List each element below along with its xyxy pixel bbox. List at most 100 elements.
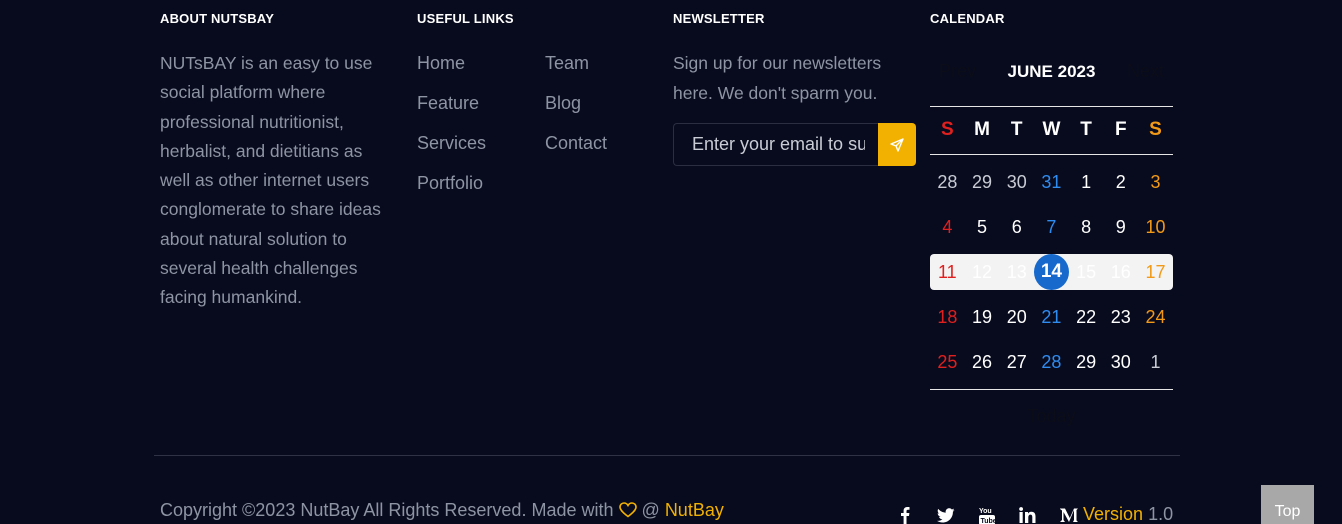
version-number: 1.0 [1148,504,1174,524]
calendar-day[interactable]: 21 [1034,299,1069,335]
twitter-icon [936,507,954,522]
calendar-day[interactable]: 2 [1103,164,1138,200]
about-line: several health challenges [160,258,358,279]
copyright-text: Copyright ©2023 NutBay All Rights Reserv… [160,500,724,521]
about-line: social platform where [160,82,326,103]
about-line: NUTsBAY is an easy to use [160,53,373,73]
calendar-weekday: W [1042,119,1061,140]
calendar-weekday: M [974,119,990,140]
calendar-heading: CALENDAR [930,11,1005,26]
calendar-day[interactable]: 1 [1069,164,1104,200]
calendar-divider-bottom [930,389,1173,390]
calendar-day[interactable]: 15 [1069,254,1104,290]
link-feature[interactable]: Feature [417,93,479,114]
calendar-day[interactable]: 28 [1034,344,1069,380]
email-field-wrapper [673,123,879,166]
useful-links-heading: USEFUL LINKS [417,11,514,26]
calendar-day[interactable]: 8 [1069,209,1104,245]
calendar-day[interactable]: 18 [930,299,965,335]
calendar-day[interactable]: 9 [1103,209,1138,245]
calendar-week-row: 28 29 30 31 1 2 3 [930,164,1173,200]
calendar-day[interactable]: 16 [1103,254,1138,290]
calendar-weekday: F [1114,119,1127,140]
calendar-weekday: T [1080,119,1092,140]
calendar-week-row: 25 26 27 28 29 30 1 [930,344,1173,380]
calendar-week-row: 11 12 13 14 15 16 17 [930,254,1173,290]
calendar-weekday: S [941,119,954,140]
link-services[interactable]: Services [417,133,486,154]
calendar-day[interactable]: 23 [1103,299,1138,335]
subscribe-button[interactable] [878,123,916,166]
about-heading: ABOUT NUTSBAY [160,11,275,26]
send-icon [890,137,904,152]
linkedin-icon [1019,507,1036,523]
calendar-day[interactable]: 5 [965,209,1000,245]
calendar-day[interactable]: 20 [999,299,1034,335]
calendar-day[interactable]: 29 [965,164,1000,200]
calendar-weekday: T [1010,119,1023,140]
calendar-today-button[interactable]: Today [930,406,1173,427]
calendar-next-button[interactable]: Next [1127,61,1164,82]
facebook-link[interactable] [884,505,925,524]
calendar-day[interactable]: 31 [1034,164,1069,200]
version-label: Version [1083,504,1144,524]
link-portfolio[interactable]: Portfolio [417,173,483,194]
about-text: NUTsBAY is an easy to use social platform… [160,49,395,313]
about-line: facing humankind. [160,287,303,308]
newsletter-description: Sign up for our newsletters here. We don… [673,49,903,108]
link-contact[interactable]: Contact [545,133,607,154]
linkedin-link[interactable] [1007,505,1048,524]
calendar-weekday: S [1149,119,1162,140]
link-home[interactable]: Home [417,53,465,74]
calendar-week-row: 4 5 6 7 8 9 10 [930,209,1173,245]
calendar-day[interactable]: 22 [1069,299,1104,335]
calendar-day[interactable]: 6 [999,209,1034,245]
svg-text:Tube: Tube [980,518,995,524]
social-links: You Tube [884,505,1089,524]
twitter-link[interactable] [925,505,966,524]
calendar-day[interactable]: 17 [1138,254,1173,290]
heart-icon [618,502,637,518]
brand-link[interactable]: NutBay [665,500,724,520]
calendar-day[interactable]: 11 [930,254,965,290]
about-line: herbalist, and dietitians as [160,140,363,161]
calendar-day[interactable]: 3 [1138,164,1173,200]
youtube-icon: You Tube [979,508,995,524]
link-blog[interactable]: Blog [545,93,581,114]
link-team[interactable]: Team [545,53,589,74]
calendar-day[interactable]: 29 [1069,344,1104,380]
about-line: professional nutritionist, [160,111,344,132]
calendar-day[interactable]: 4 [930,209,965,245]
calendar-day[interactable]: 28 [930,164,965,200]
calendar-day[interactable]: 25 [930,344,965,380]
calendar-divider-top [930,106,1173,107]
newsletter-line-1: Sign up for our newsletters [673,53,882,73]
calendar-day[interactable]: 24 [1138,299,1173,335]
calendar-day[interactable]: 13 [999,254,1034,290]
about-line: well as other internet users [160,170,370,191]
svg-text:You: You [979,508,992,515]
calendar-day[interactable]: 26 [965,344,1000,380]
about-line: about natural solution to [160,228,347,249]
calendar-weekday-row: SMTWTFS [930,112,1173,148]
calendar-day[interactable]: 30 [1103,344,1138,380]
version-info: Version 1.0 [1083,504,1173,524]
calendar-selected-day[interactable]: 14 [1034,254,1069,290]
newsletter-line-2: here. We don't sparm you. [673,82,878,103]
email-input[interactable] [692,124,865,165]
calendar-day[interactable]: 7 [1034,209,1069,245]
calendar-day[interactable]: 14 [1034,254,1069,290]
calendar-day[interactable]: 12 [965,254,1000,290]
calendar-day[interactable]: 19 [965,299,1000,335]
footer-divider [154,455,1180,456]
about-line: conglomerate to share ideas [160,199,381,220]
medium-icon [1059,508,1078,522]
youtube-link[interactable]: You Tube [966,505,1007,524]
calendar-day[interactable]: 1 [1138,344,1173,380]
calendar-day[interactable]: 27 [999,344,1034,380]
at-symbol: @ [641,500,660,520]
calendar-day[interactable]: 10 [1138,209,1173,245]
calendar-day[interactable]: 30 [999,164,1034,200]
facebook-icon [900,507,909,524]
back-to-top-button[interactable]: Top [1261,485,1314,524]
